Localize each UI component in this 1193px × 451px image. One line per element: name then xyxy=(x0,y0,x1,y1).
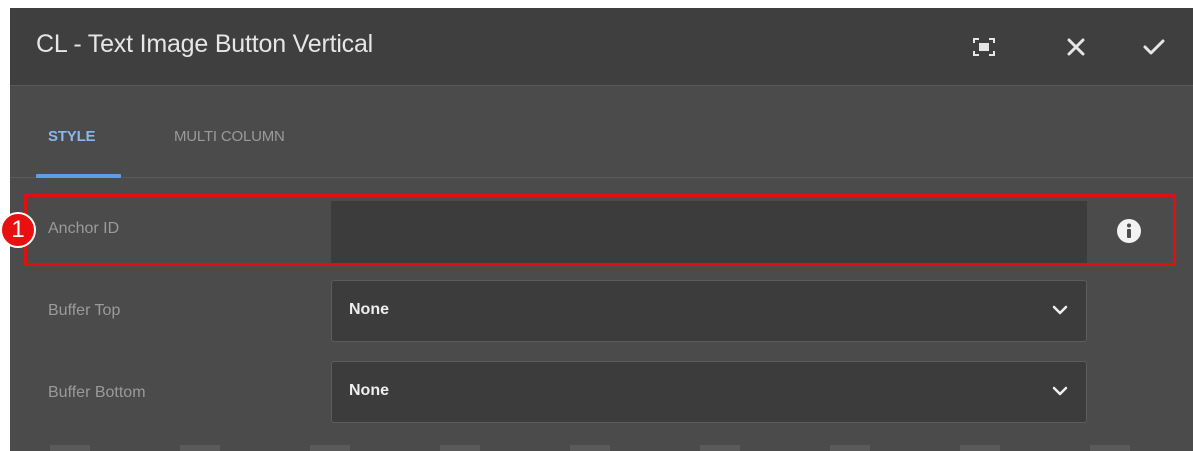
close-icon xyxy=(1066,37,1086,57)
buffer-bottom-label: Buffer Bottom xyxy=(48,384,146,401)
annotation-badge: 1 xyxy=(0,212,36,248)
chevron-down-icon xyxy=(1052,384,1068,402)
buffer-bottom-select[interactable]: None xyxy=(331,361,1087,423)
tab-bar: STYLE MULTI COLUMN xyxy=(10,86,1193,178)
active-tab-indicator xyxy=(36,174,121,178)
fullscreen-button[interactable] xyxy=(964,28,1004,66)
annotation-highlight xyxy=(24,194,1176,266)
next-field-hint xyxy=(50,445,1170,451)
fullscreen-icon xyxy=(973,38,995,56)
buffer-top-value: None xyxy=(349,301,389,318)
checkmark-icon xyxy=(1143,38,1165,56)
close-button[interactable] xyxy=(1056,28,1096,66)
tab-multi-column[interactable]: MULTI COLUMN xyxy=(174,128,285,145)
tab-style[interactable]: STYLE xyxy=(48,128,96,145)
buffer-top-label: Buffer Top xyxy=(48,302,121,319)
chevron-down-icon xyxy=(1052,303,1068,321)
dialog-titlebar: CL - Text Image Button Vertical xyxy=(10,8,1193,86)
buffer-top-select[interactable]: None xyxy=(331,280,1087,342)
confirm-button[interactable] xyxy=(1134,28,1174,66)
dialog-title: CL - Text Image Button Vertical xyxy=(36,30,374,58)
buffer-bottom-value: None xyxy=(349,382,389,399)
